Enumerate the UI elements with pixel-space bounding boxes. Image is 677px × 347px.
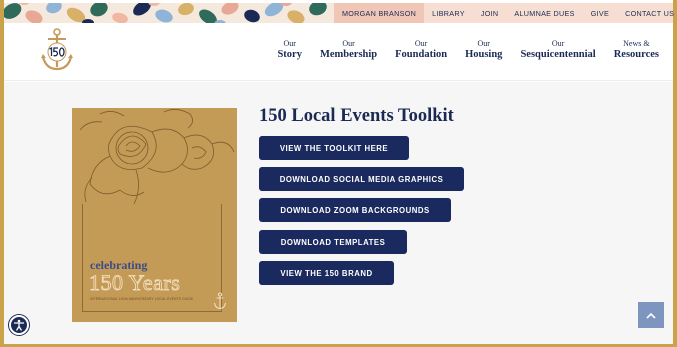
site-header: Our Story Our Membership Our Foundation … <box>4 23 673 81</box>
nav-item-prefix: Our <box>283 39 296 48</box>
cover-tagline: INTERNATIONAL 150th ANNIVERSARY LOCAL EV… <box>90 297 194 301</box>
nav-item-label: Foundation <box>395 49 448 60</box>
utility-link-library[interactable]: LIBRARY <box>424 3 473 23</box>
main-content: celebrating 150 Years INTERNATIONAL 150t… <box>4 82 673 344</box>
download-zoom-backgrounds-button[interactable]: DOWNLOAD ZOOM BACKGROUNDS <box>259 198 451 222</box>
nav-item-label: Housing <box>465 49 503 60</box>
anchor-icon <box>213 292 227 315</box>
utility-link-alumnae-dues[interactable]: ALUMNAE DUES <box>506 3 582 23</box>
nav-news-resources[interactable]: News & Resources <box>614 39 659 61</box>
nav-item-prefix: News & <box>623 39 650 48</box>
nav-our-sesquicentennial[interactable]: Our Sesquicentennial <box>520 39 595 61</box>
view-toolkit-button[interactable]: VIEW THE TOOLKIT HERE <box>259 136 409 160</box>
nav-our-story[interactable]: Our Story <box>277 39 302 61</box>
accessibility-icon[interactable] <box>9 315 29 335</box>
utility-link-contact-us[interactable]: CONTACT US <box>617 3 677 23</box>
download-social-media-graphics-button[interactable]: DOWNLOAD SOCIAL MEDIA GRAPHICS <box>259 167 464 191</box>
back-to-top-button[interactable] <box>638 302 664 328</box>
nav-item-prefix: Our <box>551 39 565 48</box>
nav-item-label: Sesquicentennial <box>520 49 596 60</box>
cover-150-years-text: 150 Years <box>89 270 181 296</box>
page-title: 150 Local Events Toolkit <box>259 106 454 126</box>
nav-our-housing[interactable]: Our Housing <box>465 39 502 61</box>
nav-item-prefix: Our <box>414 39 428 48</box>
nav-our-membership[interactable]: Our Membership <box>320 39 377 61</box>
nav-item-label: Story <box>277 49 302 60</box>
utility-bar: MORGAN BRANSON LIBRARY JOIN ALUMNAE DUES… <box>334 3 674 23</box>
nav-item-label: Resources <box>613 49 659 60</box>
nav-item-prefix: Our <box>477 39 490 48</box>
chevron-up-icon <box>646 306 656 324</box>
toolkit-cover-image: celebrating 150 Years INTERNATIONAL 150t… <box>72 108 237 322</box>
utility-link-account[interactable]: MORGAN BRANSON <box>334 3 425 23</box>
decorative-pattern-banner <box>4 3 334 23</box>
main-nav: Our Story Our Membership Our Foundation … <box>259 39 659 61</box>
view-150-brand-button[interactable]: VIEW THE 150 BRAND <box>259 261 394 285</box>
utility-link-join[interactable]: JOIN <box>473 3 507 23</box>
download-templates-button[interactable]: DOWNLOAD TEMPLATES <box>259 230 407 254</box>
anchor-150-logo[interactable] <box>40 27 74 73</box>
nav-item-label: Membership <box>319 49 378 60</box>
nav-our-foundation[interactable]: Our Foundation <box>395 39 447 61</box>
nav-item-prefix: Our <box>342 39 355 48</box>
utility-link-give[interactable]: GIVE <box>583 3 617 23</box>
